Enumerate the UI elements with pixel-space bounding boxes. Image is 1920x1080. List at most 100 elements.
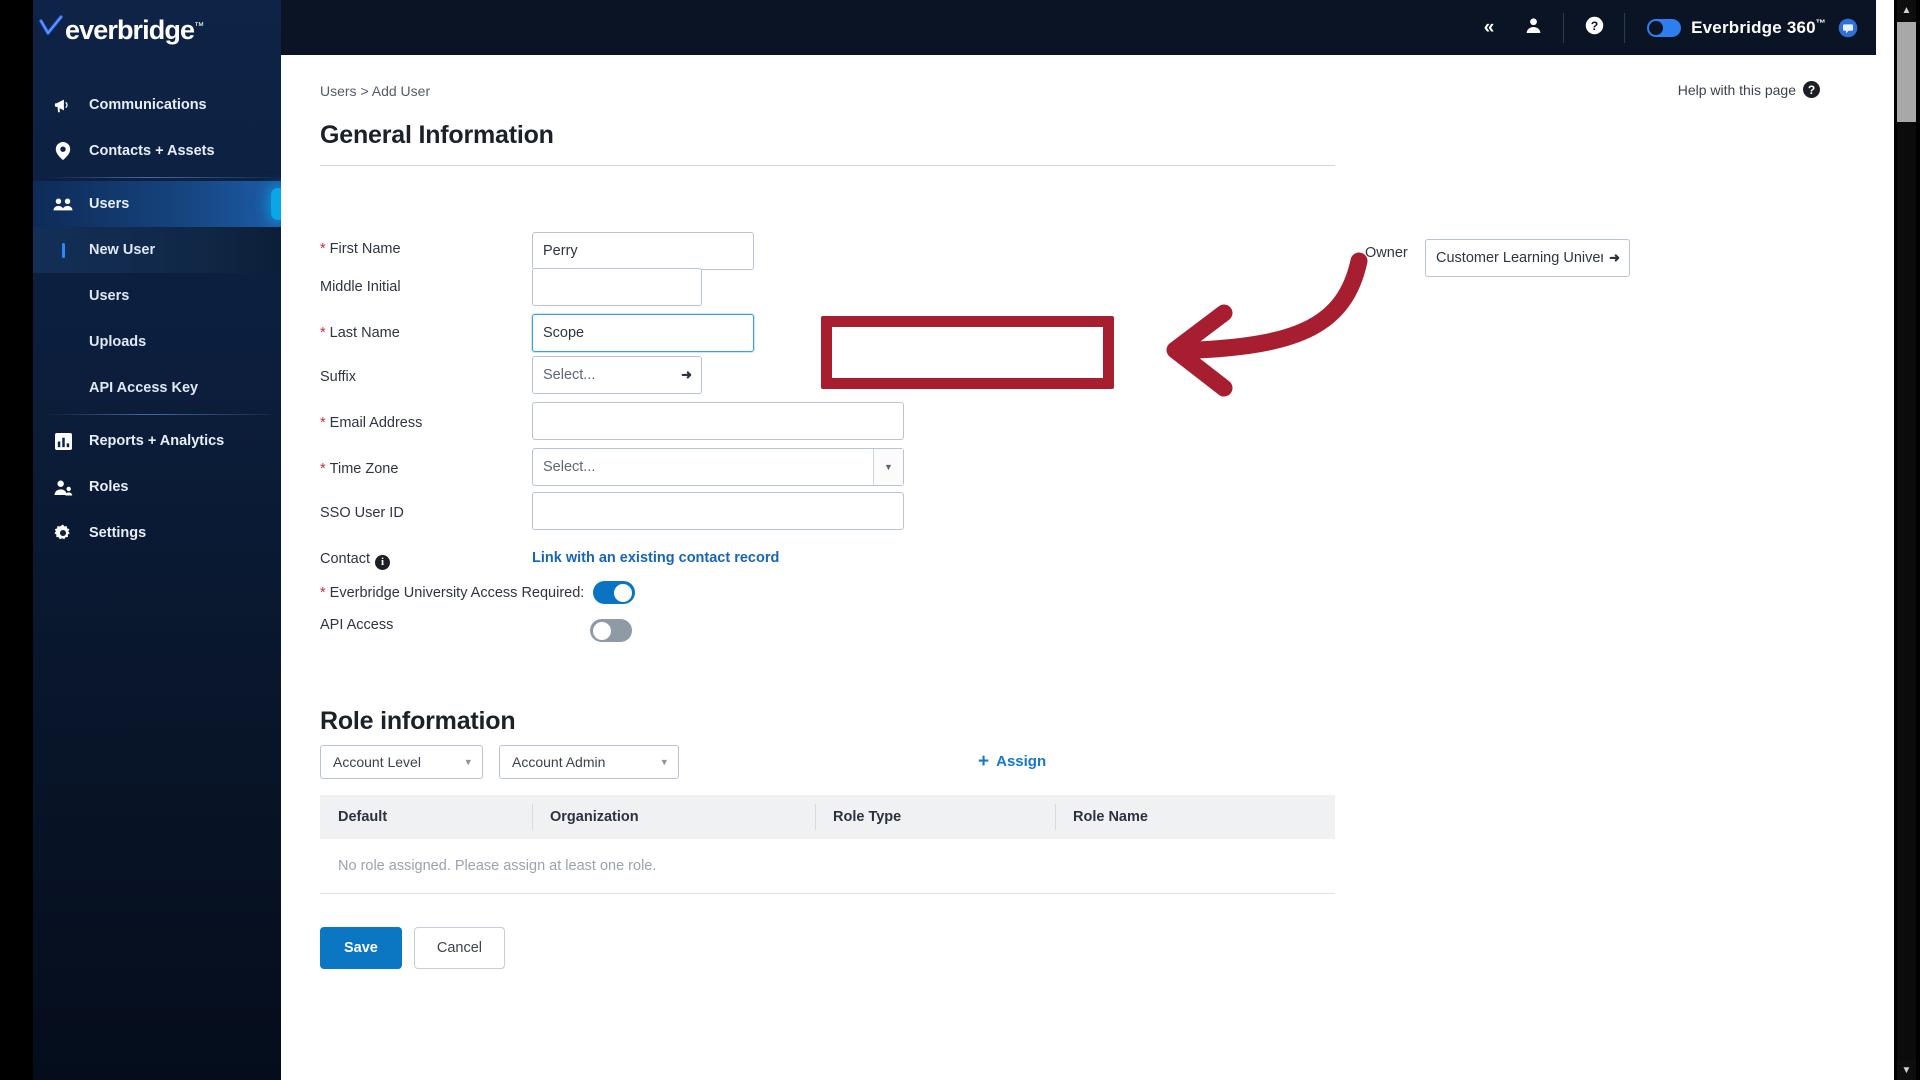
everbridge-logo[interactable]: everbridge™	[38, 12, 204, 48]
required-asterisk: *	[320, 585, 326, 601]
first-name-input[interactable]	[532, 232, 754, 270]
last-name-input[interactable]	[532, 314, 754, 352]
everbridge-360-toggle[interactable]	[1647, 18, 1682, 37]
roles-table-header: Default Organization Role Type Role Name	[320, 795, 1335, 839]
breadcrumb[interactable]: Users > Add User	[320, 83, 430, 99]
sidebar-item-uploads[interactable]: Uploads	[33, 319, 281, 365]
info-icon[interactable]: i	[374, 554, 390, 570]
sidebar-item-contacts-assets[interactable]: Contacts + Assets	[33, 128, 281, 174]
column-header-organization: Organization	[532, 795, 815, 839]
scrollbar-track[interactable]	[1897, 20, 1916, 1060]
product-name: Everbridge 360™	[1691, 18, 1826, 38]
toggle-knob	[593, 621, 611, 640]
form-actions: Save Cancel	[320, 927, 506, 969]
sidebar-item-label: Contacts + Assets	[89, 143, 215, 159]
column-header-role-type: Role Type	[815, 795, 1055, 839]
svg-text:?: ?	[1590, 18, 1598, 32]
logo-trademark: ™	[194, 20, 204, 32]
help-with-this-page-link[interactable]: Help with this page ?	[1678, 81, 1820, 98]
sidebar-item-label: Reports + Analytics	[89, 433, 225, 449]
middle-initial-input[interactable]	[532, 268, 702, 306]
suffix-row: Suffix Select... ➜	[320, 356, 1335, 397]
top-bar: « ? Everbridge 360™	[281, 0, 1876, 55]
last-name-label: * Last Name	[320, 323, 400, 343]
left-gutter	[0, 0, 33, 1080]
university-access-row: * Everbridge University Access Required:	[320, 581, 1335, 613]
role-type-select[interactable]: Account Admin ▾	[499, 745, 679, 779]
sidebar-item-communications[interactable]: Communications	[33, 82, 281, 128]
account-level-value: Account Level	[333, 754, 421, 770]
chevron-down-icon[interactable]: ▼	[873, 449, 903, 485]
users-group-icon	[51, 196, 75, 212]
save-button[interactable]: Save	[320, 927, 402, 969]
scrollbar-thumb[interactable]	[1897, 22, 1916, 122]
time-zone-row: * Time Zone Select... ▼	[320, 448, 1335, 489]
sidebar-item-roles[interactable]: Roles	[33, 464, 281, 510]
owner-select[interactable]: Customer Learning Universe ➜	[1425, 239, 1630, 277]
sidebar-nav: Communications Contacts + Assets Users N…	[33, 82, 285, 556]
label-text: First Name	[329, 241, 401, 257]
api-access-toggle[interactable]	[590, 619, 632, 642]
assign-role-button[interactable]: + Assign	[978, 752, 1046, 771]
role-information-title: Role information	[320, 707, 516, 735]
email-row: * Email Address	[320, 402, 1335, 443]
scroll-down-icon[interactable]: ▼	[1897, 1060, 1916, 1080]
plus-icon: +	[978, 751, 990, 772]
email-input[interactable]	[532, 402, 904, 440]
middle-initial-label: Middle Initial	[320, 279, 401, 295]
sso-user-id-input[interactable]	[532, 492, 904, 530]
roles-table: Default Organization Role Type Role Name…	[320, 795, 1335, 894]
sidebar-item-settings[interactable]: Settings	[33, 510, 281, 556]
api-access-row: API Access	[320, 615, 1335, 645]
vertical-scrollbar[interactable]: ▲ ▼	[1894, 0, 1920, 1080]
sidebar-item-users[interactable]: Users	[33, 181, 285, 227]
question-circle-icon: ?	[1803, 81, 1820, 98]
university-access-toggle[interactable]	[593, 581, 635, 604]
application-window: everbridge™ Communications Contacts + As…	[0, 0, 1920, 1080]
required-asterisk: *	[320, 415, 326, 431]
time-zone-select[interactable]: Select... ▼	[532, 448, 904, 486]
product-name-text: Everbridge 360	[1691, 17, 1816, 37]
column-header-role-name: Role Name	[1055, 795, 1335, 839]
sidebar-subitem-label: New User	[89, 242, 156, 258]
owner-label: Owner	[1365, 245, 1408, 261]
sidebar-subitem-label: Users	[89, 288, 130, 304]
general-information-title: General Information	[320, 121, 554, 149]
sso-user-id-row: SSO User ID	[320, 492, 1335, 533]
scroll-up-icon[interactable]: ▲	[1897, 0, 1916, 20]
time-zone-selected-value: Select...	[543, 459, 596, 475]
required-asterisk: *	[320, 325, 326, 341]
sidebar-item-label: Users	[89, 196, 130, 212]
logo-text: everbridge	[65, 14, 195, 45]
first-name-label: * First Name	[320, 239, 401, 259]
question-circle-icon: ?	[1585, 16, 1604, 40]
sidebar-item-reports-analytics[interactable]: Reports + Analytics	[33, 418, 281, 464]
label-text: Last Name	[329, 325, 400, 341]
label-text: Time Zone	[329, 461, 399, 477]
toolbar-divider	[1624, 12, 1626, 43]
everbridge-checkmark-icon	[38, 14, 64, 40]
chevron-double-left-icon: «	[1483, 16, 1495, 38]
label-text: Everbridge University Access Required:	[329, 585, 585, 601]
help-link-label: Help with this page	[1677, 81, 1796, 98]
suffix-select[interactable]: Select... ➜	[532, 356, 702, 394]
required-asterisk: *	[320, 461, 326, 477]
user-account-button[interactable]	[1511, 11, 1555, 45]
cancel-button[interactable]: Cancel	[413, 927, 506, 969]
roles-table-empty-message: No role assigned. Please assign at least…	[320, 839, 1335, 894]
sidebar-item-label: Settings	[89, 525, 147, 541]
sidebar-item-new-user[interactable]: New User	[33, 227, 281, 273]
product-trademark: ™	[1815, 17, 1826, 29]
link-existing-contact-link[interactable]: Link with an existing contact record	[532, 550, 779, 566]
toolbar-divider	[1563, 12, 1565, 43]
help-button[interactable]: ?	[1572, 11, 1616, 45]
time-zone-label: * Time Zone	[320, 459, 398, 479]
user-icon	[1525, 17, 1542, 39]
sidebar-item-api-access-key[interactable]: API Access Key	[33, 365, 281, 411]
sidebar-item-users-list[interactable]: Users	[33, 273, 281, 319]
section-divider	[320, 165, 1335, 166]
collapse-panel-button[interactable]: «	[1467, 11, 1511, 45]
university-access-label: * Everbridge University Access Required:	[320, 583, 584, 603]
account-level-select[interactable]: Account Level ▾	[320, 745, 483, 779]
chat-bubble-icon[interactable]	[1838, 18, 1858, 38]
